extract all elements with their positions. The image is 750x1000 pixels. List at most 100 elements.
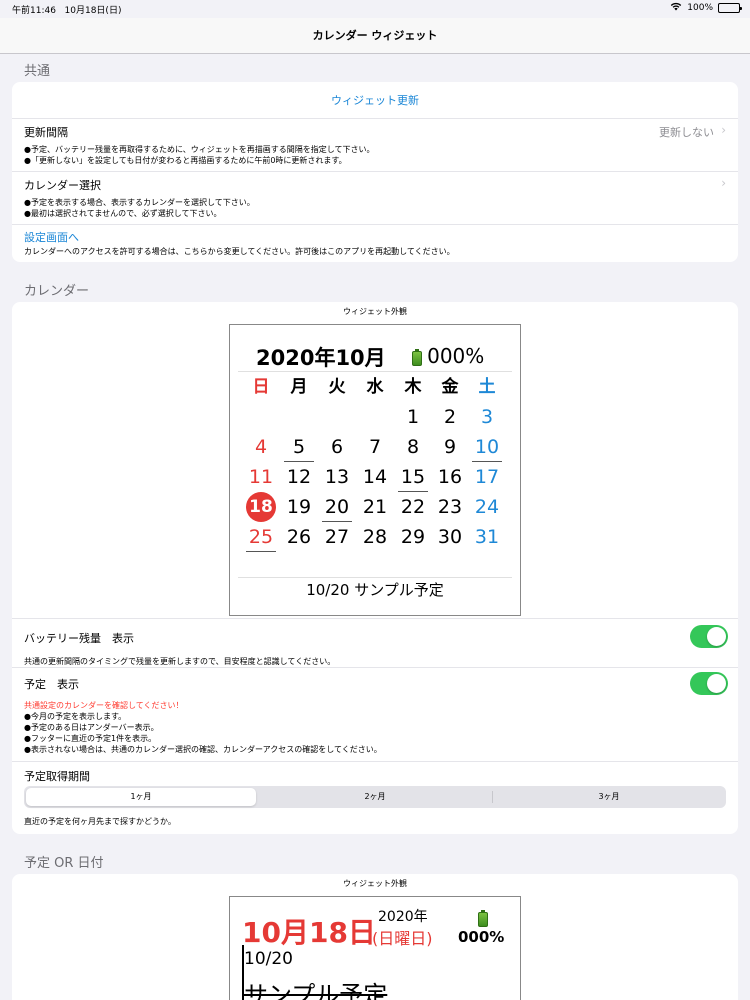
date-big: 10月18日 [242, 916, 376, 949]
battery-display-note: 共通の更新間隔のタイミングで残量を更新しますので、目安程度と認識してください。 [24, 657, 336, 666]
schedule-display-toggle[interactable] [690, 672, 728, 695]
status-time: 午前11:46 10月18日(日) [12, 6, 122, 16]
calendar-day: 31 [474, 526, 500, 548]
widget-appearance-caption: ウィジェット外観 [343, 307, 407, 316]
period-option-2[interactable]: 2ヶ月 [258, 786, 492, 808]
weekday-header: 水 [366, 377, 384, 397]
weekday-header: 土 [478, 377, 496, 397]
event-underline [322, 521, 352, 522]
calendar-day: 2 [443, 406, 457, 428]
calendar-grid: 日月火水木金土 1 2 3 4 5 6 7 8 9 10 11 12 13 14 15 16 17 18 19 20 21… [230, 373, 520, 583]
schedule-display-label: 予定 表示 [24, 678, 79, 691]
calendar-select-note-1: ●予定を表示する場合、表示するカレンダーを選択して下さい。 [24, 198, 255, 207]
calendar-day: 24 [474, 496, 500, 518]
period-option-3[interactable]: 3ヶ月 [492, 786, 726, 808]
period-row: 予定取得期間 1ヶ月 2ヶ月 3ヶ月 直近の予定を何ヶ月先まで探すかどうか。 [12, 762, 738, 834]
calendar-day: 17 [474, 466, 500, 488]
settings-note: カレンダーへのアクセスを許可する場合は、こちらから変更してください。許可後はこの… [24, 247, 455, 256]
battery-icon [478, 910, 488, 927]
update-interval-note-2: ●「更新しない」を設定しても日付が変わると再描画するために午前0時に更新されます… [24, 156, 347, 165]
calendar-day: 30 [437, 526, 463, 548]
schedule-note-3: ●フッターに直近の予定1件を表示。 [24, 734, 157, 743]
section-header-schedule-or-date: 予定 OR 日付 [24, 856, 104, 871]
event-underline [472, 461, 502, 462]
battery-display-label: バッテリー残量 表示 [24, 632, 134, 645]
weekday-header: 月 [290, 377, 308, 397]
update-interval-note-1: ●予定、バッテリー残量を再取得するために、ウィジェットを再描画する間隔を指定して… [24, 145, 375, 154]
battery-display-row: バッテリー残量 表示 共通の更新間隔のタイミングで残量を更新しますので、目安程度… [12, 618, 738, 668]
calendar-day: 6 [330, 436, 344, 458]
schedule-or-date-card: ウィジェット外観 10月18日 2020年 (日曜日) 000% 10/20 サ… [12, 874, 738, 1000]
event-underline [246, 551, 276, 552]
status-bar: 午前11:46 10月18日(日) 100% [0, 0, 750, 18]
widget-battery-percent: 000% [427, 344, 485, 368]
calendar-day: 21 [362, 496, 388, 518]
calendar-day: 25 [248, 526, 274, 548]
page-title: カレンダー ウィジェット [312, 29, 438, 42]
event-title: サンプル予定 [244, 981, 388, 1000]
chevron-right-icon: › [721, 123, 726, 137]
calendar-day: 9 [443, 436, 457, 458]
settings-link[interactable]: 設定画面へ [24, 229, 726, 245]
calendar-day: 5 [292, 436, 306, 458]
battery-percent: 100% [687, 3, 713, 13]
period-label: 予定取得期間 [24, 770, 90, 783]
calendar-day: 23 [437, 496, 463, 518]
date-year: 2020年 [378, 909, 428, 925]
calendar-day: 13 [324, 466, 350, 488]
navigation-bar: カレンダー ウィジェット [0, 18, 750, 54]
calendar-card: ウィジェット外観 2020年10月 000% 日月火水木金土1234567891… [12, 302, 738, 834]
update-interval-label: 更新間隔 [24, 126, 68, 139]
event-underline [284, 461, 314, 462]
calendar-day: 29 [400, 526, 426, 548]
battery-icon [718, 3, 742, 13]
status-right: 100% [670, 2, 742, 14]
weekday-header: 木 [404, 377, 422, 397]
schedule-warning: 共通設定のカレンダーを確認してください！ [24, 701, 184, 710]
calendar-day-today: 18 [246, 492, 276, 522]
calendar-day: 4 [254, 436, 268, 458]
widget-update-button[interactable]: ウィジェット更新 [12, 82, 738, 119]
calendar-day: 22 [400, 496, 426, 518]
calendar-day: 12 [286, 466, 312, 488]
schedule-display-row: 予定 表示 共通設定のカレンダーを確認してください！ ●今月の予定を表示します。… [12, 668, 738, 762]
widget-battery: 000% [412, 344, 484, 368]
period-segmented-control: 1ヶ月 2ヶ月 3ヶ月 [24, 786, 726, 808]
schedule-note-1: ●今月の予定を表示します。 [24, 712, 127, 721]
calendar-day: 28 [362, 526, 388, 548]
calendar-day: 20 [324, 496, 350, 518]
widget-footer-event: 10/20 サンプル予定 [306, 581, 444, 599]
calendar-day: 10 [474, 436, 500, 458]
calendar-day: 26 [286, 526, 312, 548]
section-header-common: 共通 [24, 64, 51, 79]
event-date: 10/20 [244, 949, 293, 969]
period-note: 直近の予定を何ヶ月先まで探すかどうか。 [24, 817, 176, 826]
section-header-calendar: カレンダー [24, 284, 90, 299]
calendar-day: 14 [362, 466, 388, 488]
update-interval-row[interactable]: 更新間隔 更新しない › ●予定、バッテリー残量を再取得するために、ウィジェット… [12, 119, 738, 172]
calendar-day: 1 [406, 406, 420, 428]
calendar-day: 15 [400, 466, 426, 488]
calendar-day: 27 [324, 526, 350, 548]
schedule-note-2: ●予定のある日はアンダーバー表示。 [24, 723, 159, 732]
event-underline [398, 491, 428, 492]
period-option-1[interactable]: 1ヶ月 [26, 788, 256, 806]
calendar-day: 7 [368, 436, 382, 458]
weekday-header: 日 [252, 377, 270, 397]
calendar-day: 8 [406, 436, 420, 458]
widget-month-title: 2020年10月 [256, 346, 386, 370]
calendar-day: 16 [437, 466, 463, 488]
widget-update-row[interactable]: ウィジェット更新 [12, 82, 738, 119]
calendar-day: 19 [286, 496, 312, 518]
settings-link-row[interactable]: 設定画面へ カレンダーへのアクセスを許可する場合は、こちらから変更してください。… [12, 225, 738, 262]
common-card: ウィジェット更新 更新間隔 更新しない › ●予定、バッテリー残量を再取得するた… [12, 82, 738, 262]
battery-display-toggle[interactable] [690, 625, 728, 648]
weekday-header: 火 [328, 377, 346, 397]
battery-icon [412, 349, 422, 366]
widget-battery-percent: 000% [458, 928, 505, 946]
calendar-day: 11 [248, 466, 274, 488]
weekday-header: 金 [441, 377, 459, 397]
schedule-note-4: ●表示されない場合は、共通のカレンダー選択の確認、カレンダーアクセスの確認をして… [24, 745, 382, 754]
widget-appearance-caption: ウィジェット外観 [343, 879, 407, 888]
calendar-select-row[interactable]: カレンダー選択 › ●予定を表示する場合、表示するカレンダーを選択して下さい。 … [12, 172, 738, 225]
